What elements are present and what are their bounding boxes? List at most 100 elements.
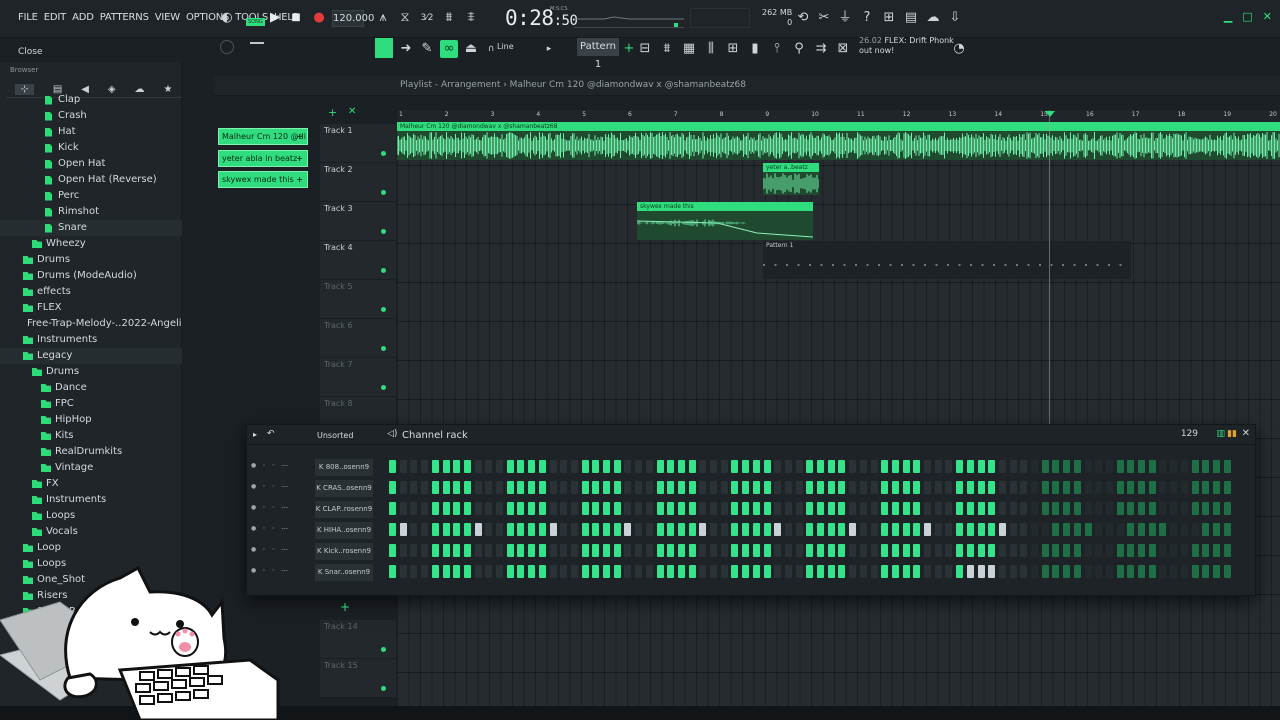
audio-clip[interactable]: yeter a..beatz bbox=[763, 163, 819, 195]
step-button[interactable] bbox=[763, 565, 771, 578]
step-button[interactable] bbox=[870, 502, 878, 515]
step-button[interactable] bbox=[592, 481, 600, 494]
step-button[interactable] bbox=[817, 481, 824, 494]
step-button[interactable] bbox=[699, 523, 707, 536]
automation-clip[interactable]: skywex made this bbox=[637, 202, 813, 240]
step-button[interactable] bbox=[463, 481, 471, 494]
step-button[interactable] bbox=[1159, 481, 1167, 494]
step-button[interactable] bbox=[774, 502, 782, 515]
step-button[interactable] bbox=[1212, 523, 1220, 536]
step-button[interactable] bbox=[442, 460, 450, 473]
step-button[interactable] bbox=[774, 544, 782, 557]
arrow-right-icon[interactable]: ➜ bbox=[397, 40, 415, 58]
step-button[interactable] bbox=[1116, 502, 1124, 515]
step-button[interactable] bbox=[1020, 565, 1028, 578]
step-button[interactable] bbox=[859, 481, 867, 494]
step-button[interactable] bbox=[945, 481, 953, 494]
step-button[interactable] bbox=[1202, 544, 1210, 557]
step-button[interactable] bbox=[998, 481, 1006, 494]
step-button[interactable] bbox=[1116, 544, 1124, 557]
step-button[interactable] bbox=[538, 523, 546, 536]
step-button[interactable] bbox=[956, 565, 964, 578]
step-button[interactable] bbox=[635, 460, 643, 473]
playlist-grid[interactable]: Malheur Cm 120 @diamondwav x @shamanbeat… bbox=[397, 122, 1280, 720]
step-button[interactable] bbox=[453, 481, 461, 494]
step-button[interactable] bbox=[1105, 565, 1113, 578]
step-button[interactable] bbox=[389, 544, 396, 557]
browser-folder[interactable]: Vocals bbox=[0, 524, 182, 540]
browser-folder[interactable]: Dance bbox=[0, 380, 182, 396]
step-button[interactable] bbox=[1170, 565, 1178, 578]
step-button[interactable] bbox=[891, 544, 899, 557]
step-button[interactable] bbox=[1127, 544, 1135, 557]
step-button[interactable] bbox=[1148, 523, 1156, 536]
step-button[interactable] bbox=[720, 544, 728, 557]
step-button[interactable] bbox=[977, 502, 985, 515]
step-button[interactable] bbox=[517, 565, 525, 578]
step-button[interactable] bbox=[902, 481, 910, 494]
step-button[interactable] bbox=[1180, 481, 1188, 494]
minimize-icon[interactable]: ▁ bbox=[1224, 10, 1232, 23]
step-button[interactable] bbox=[463, 565, 471, 578]
step-button[interactable] bbox=[528, 523, 536, 536]
step-button[interactable] bbox=[988, 565, 996, 578]
step-button[interactable] bbox=[924, 460, 931, 473]
step-button[interactable] bbox=[731, 460, 739, 473]
step-button[interactable] bbox=[528, 460, 536, 473]
step-button[interactable] bbox=[1212, 544, 1220, 557]
step-button[interactable] bbox=[795, 481, 803, 494]
channel-mute-icon[interactable]: ● bbox=[251, 462, 256, 472]
close-icon[interactable]: ✕ bbox=[1242, 428, 1250, 439]
step-button[interactable] bbox=[1009, 523, 1017, 536]
playhead-marker[interactable] bbox=[1045, 111, 1055, 117]
step-button[interactable] bbox=[421, 523, 429, 536]
step-button[interactable] bbox=[1031, 460, 1038, 473]
step-button[interactable] bbox=[956, 481, 964, 494]
step-button[interactable] bbox=[881, 544, 889, 557]
step-button[interactable] bbox=[442, 544, 450, 557]
download-icon[interactable]: ⇩ bbox=[946, 9, 964, 27]
step-button[interactable] bbox=[1095, 565, 1103, 578]
step-button[interactable] bbox=[474, 502, 482, 515]
master-volume-knob[interactable] bbox=[220, 40, 234, 54]
step-button[interactable] bbox=[913, 544, 921, 557]
step-button[interactable] bbox=[431, 502, 439, 515]
pattern-clip[interactable]: Pattern 1 bbox=[763, 241, 1131, 279]
step-button[interactable] bbox=[752, 565, 760, 578]
step-button[interactable] bbox=[891, 523, 899, 536]
channel-name-button[interactable]: K 808..osenn9 bbox=[315, 459, 373, 476]
track-enable-dot[interactable] bbox=[381, 385, 386, 390]
step-button[interactable] bbox=[1127, 502, 1135, 515]
step-button[interactable] bbox=[1105, 544, 1113, 557]
step-button[interactable] bbox=[849, 460, 857, 473]
step-seq-icon[interactable]: ⩩ bbox=[658, 40, 676, 58]
channel-vol-icon[interactable]: ◦ bbox=[272, 525, 276, 535]
step-button[interactable] bbox=[667, 565, 675, 578]
step-button[interactable] bbox=[635, 565, 643, 578]
browser-folder[interactable]: Legacy bbox=[0, 348, 182, 364]
step-button[interactable] bbox=[924, 502, 931, 515]
track-header[interactable]: Track 4 bbox=[320, 241, 396, 280]
step-button[interactable] bbox=[966, 481, 974, 494]
step-button[interactable] bbox=[560, 523, 568, 536]
step-button[interactable] bbox=[1073, 460, 1081, 473]
audio-clip-main[interactable]: Malheur Cm 120 @diamondwav x @shamanbeat… bbox=[397, 122, 1280, 160]
step-button[interactable] bbox=[570, 544, 578, 557]
step-button[interactable] bbox=[1009, 544, 1017, 557]
step-button[interactable] bbox=[389, 460, 396, 473]
rack-menu-icon[interactable]: ▸ bbox=[253, 430, 257, 439]
step-button[interactable] bbox=[849, 565, 857, 578]
step-button[interactable] bbox=[453, 565, 461, 578]
step-button[interactable] bbox=[538, 460, 546, 473]
wait-input-icon[interactable]: ⧖ bbox=[396, 9, 414, 27]
step-button[interactable] bbox=[645, 460, 653, 473]
browser-file[interactable]: Kick bbox=[0, 140, 182, 156]
step-button[interactable] bbox=[1148, 481, 1156, 494]
step-button[interactable] bbox=[731, 544, 739, 557]
step-button[interactable] bbox=[752, 481, 760, 494]
step-button[interactable] bbox=[645, 544, 653, 557]
step-button[interactable] bbox=[431, 460, 439, 473]
step-button[interactable] bbox=[581, 523, 589, 536]
step-button[interactable] bbox=[656, 544, 664, 557]
step-button[interactable] bbox=[1170, 481, 1178, 494]
